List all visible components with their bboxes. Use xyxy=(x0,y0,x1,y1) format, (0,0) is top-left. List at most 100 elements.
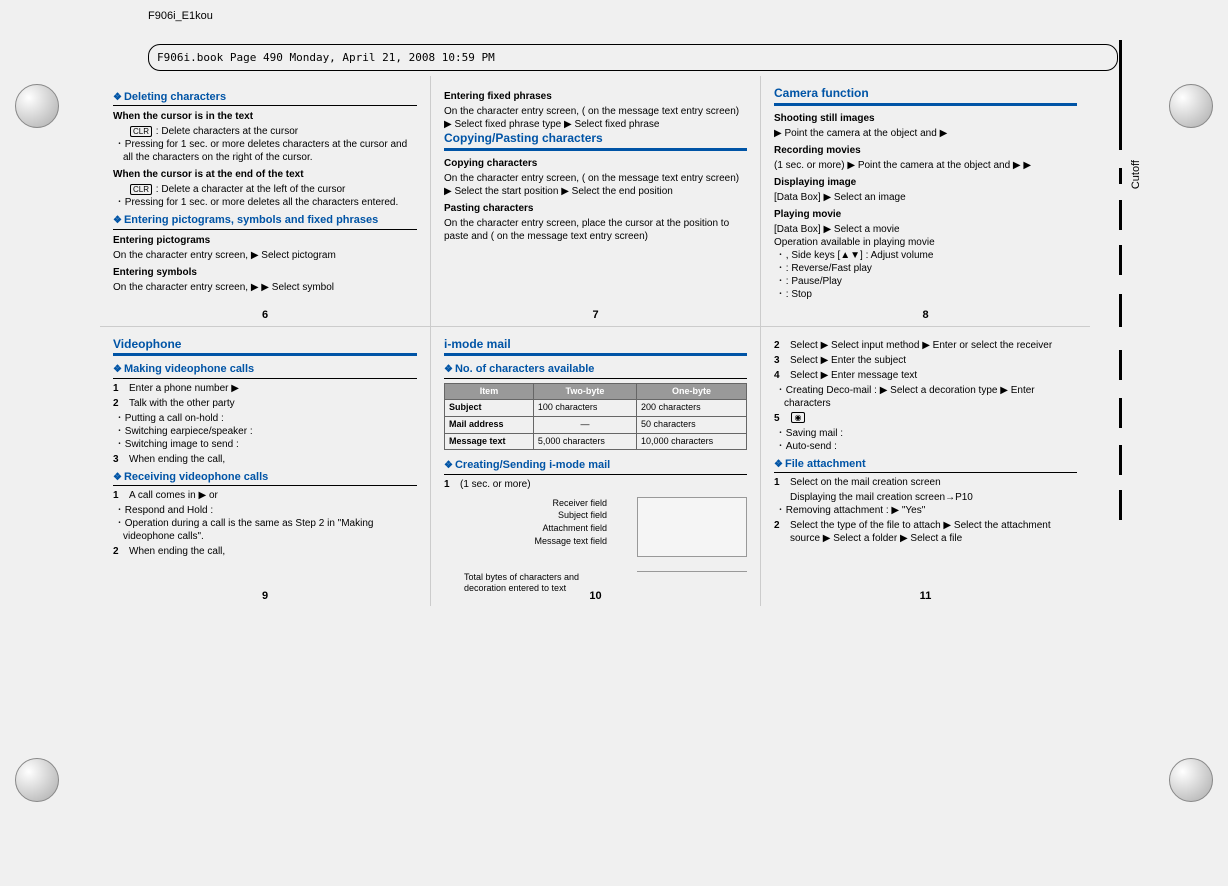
bullet: Auto-send : xyxy=(784,440,1077,453)
body-text: Operation available in playing movie xyxy=(774,236,1077,249)
mail-diagram: Receiver field Subject field Attachment … xyxy=(444,497,747,596)
bullet: Respond and Hold : xyxy=(123,504,417,517)
bullet: Creating Deco-mail : ▶ Select a decorati… xyxy=(784,384,1077,410)
body-text: [Data Box] ▶ Select a movie xyxy=(774,223,1077,236)
sub-heading: Entering symbols xyxy=(113,266,417,279)
section-heading: ❖File attachment xyxy=(774,457,1077,473)
bullet: , Side keys [▲▼] : Adjust volume xyxy=(784,249,1077,262)
step: 1Enter a phone number ▶ xyxy=(113,382,417,395)
step: 4Select ▶ Enter message text xyxy=(774,369,1077,382)
table-header: Two-byte xyxy=(533,383,636,400)
diagram-label: Attachment field xyxy=(444,523,637,535)
sub-heading: Shooting still images xyxy=(774,112,1077,125)
sub-heading: Copying characters xyxy=(444,157,747,170)
bullet: Pressing for 1 sec. or more deletes char… xyxy=(123,138,417,164)
section-title: Videophone xyxy=(113,337,417,357)
cut-mark xyxy=(1119,350,1122,380)
section-title: Camera function xyxy=(774,86,1077,106)
sub-heading: Playing movie xyxy=(774,208,1077,221)
cut-mark xyxy=(1119,245,1122,275)
table-row: Subject 100 characters 200 characters xyxy=(445,400,747,417)
cutoff-label: Cutoff xyxy=(1130,160,1142,189)
section-heading: ❖Creating/Sending i-mode mail xyxy=(444,458,747,474)
table-header: One-byte xyxy=(637,383,747,400)
bullet: Pressing for 1 sec. or more deletes all … xyxy=(123,196,417,209)
page-number: 8 xyxy=(922,308,928,322)
page-grid: ❖Deleting characters When the cursor is … xyxy=(100,76,1090,606)
body-text: On the character entry screen, ▶ ▶ Selec… xyxy=(113,281,417,294)
cut-mark xyxy=(1119,445,1122,475)
cut-mark xyxy=(1119,490,1122,520)
table-row: Message text 5,000 characters 10,000 cha… xyxy=(445,433,747,450)
clr-key-icon: CLR xyxy=(130,126,152,137)
cut-mark xyxy=(1119,168,1122,184)
body-text: CLR : Delete characters at the cursor xyxy=(129,125,417,138)
section-heading: ❖Making videophone calls xyxy=(113,362,417,378)
step: 1 (1 sec. or more) xyxy=(444,478,747,491)
section-heading: ❖Entering pictograms, symbols and fixed … xyxy=(113,213,417,229)
diagram-label: Total bytes of characters and decoration… xyxy=(444,572,637,595)
step: 3When ending the call, xyxy=(113,453,417,466)
bullet: : Pause/Play xyxy=(784,275,1077,288)
page-number: 6 xyxy=(262,308,268,322)
sub-heading: Recording movies xyxy=(774,144,1077,157)
page-9: Videophone ❖Making videophone calls 1Ent… xyxy=(100,327,430,606)
diagram-label: Receiver field xyxy=(444,498,637,510)
body-text: CLR : Delete a character at the left of … xyxy=(129,183,417,196)
step: 1Select on the mail creation screen xyxy=(774,476,1077,489)
page-number: 10 xyxy=(589,589,601,603)
mail-screen-preview xyxy=(637,497,747,557)
step: 5◉ xyxy=(774,412,1077,425)
body-text: On the character entry screen, place the… xyxy=(444,217,747,243)
table-row: Mail address — 50 characters xyxy=(445,416,747,433)
page-number: 9 xyxy=(262,589,268,603)
bullet: Putting a call on-hold : xyxy=(123,412,417,425)
sub-heading: When the cursor is in the text xyxy=(113,110,417,123)
diagram-line xyxy=(637,571,747,581)
sub-heading: Entering fixed phrases xyxy=(444,90,747,103)
body-text: (1 sec. or more) ▶ Point the camera at t… xyxy=(774,159,1077,172)
bullet: Switching image to send : xyxy=(123,438,417,451)
diagram-label: Message text field xyxy=(444,536,637,548)
body-text: [Data Box] ▶ Select an image xyxy=(774,191,1077,204)
table-header: Item xyxy=(445,383,534,400)
page-number: 7 xyxy=(592,308,598,322)
page-7: Entering fixed phrases On the character … xyxy=(430,76,760,326)
section-heading: ❖Deleting characters xyxy=(113,90,417,106)
section-heading: ❖Receiving videophone calls xyxy=(113,470,417,486)
bullet: : Stop xyxy=(784,288,1077,301)
sub-heading: Pasting characters xyxy=(444,202,747,215)
diagram-label: Subject field xyxy=(444,510,637,522)
book-page-header: F906i.book Page 490 Monday, April 21, 20… xyxy=(148,44,1118,71)
bullet: Saving mail : xyxy=(784,427,1077,440)
register-mark xyxy=(1169,758,1213,802)
bullet: Operation during a call is the same as S… xyxy=(123,517,417,543)
step: 2When ending the call, xyxy=(113,545,417,558)
section-title: Copying/Pasting characters xyxy=(444,131,747,151)
section-title: i-mode mail xyxy=(444,337,747,357)
page-6: ❖Deleting characters When the cursor is … xyxy=(100,76,430,326)
step: 2Talk with the other party xyxy=(113,397,417,410)
step: 2Select ▶ Select input method ▶ Enter or… xyxy=(774,339,1077,352)
body-text: On the character entry screen, ( on the … xyxy=(444,105,747,131)
characters-table: Item Two-byte One-byte Subject 100 chara… xyxy=(444,383,747,451)
register-mark xyxy=(15,84,59,128)
register-mark xyxy=(15,758,59,802)
page-number: 11 xyxy=(920,589,932,603)
body-text: On the character entry screen, ▶ Select … xyxy=(113,249,417,262)
section-heading: ❖No. of characters available xyxy=(444,362,747,378)
cut-mark xyxy=(1119,40,1122,150)
cut-mark xyxy=(1119,294,1122,327)
body-text: ▶ Point the camera at the object and ▶ xyxy=(774,127,1077,140)
step: 2Select the type of the file to attach ▶… xyxy=(774,519,1077,545)
bullet: Removing attachment : ▶ "Yes" xyxy=(784,504,1077,517)
camera-key-icon: ◉ xyxy=(791,412,805,423)
step: 1A call comes in ▶ or xyxy=(113,489,417,502)
cut-mark xyxy=(1119,200,1122,230)
bullet: : Reverse/Fast play xyxy=(784,262,1077,275)
body-text: On the character entry screen, ( on the … xyxy=(444,172,747,198)
page-11: 2Select ▶ Select input method ▶ Enter or… xyxy=(760,327,1090,606)
doc-header: F906i_E1kou xyxy=(148,10,213,22)
cut-mark xyxy=(1119,398,1122,428)
step: 3Select ▶ Enter the subject xyxy=(774,354,1077,367)
